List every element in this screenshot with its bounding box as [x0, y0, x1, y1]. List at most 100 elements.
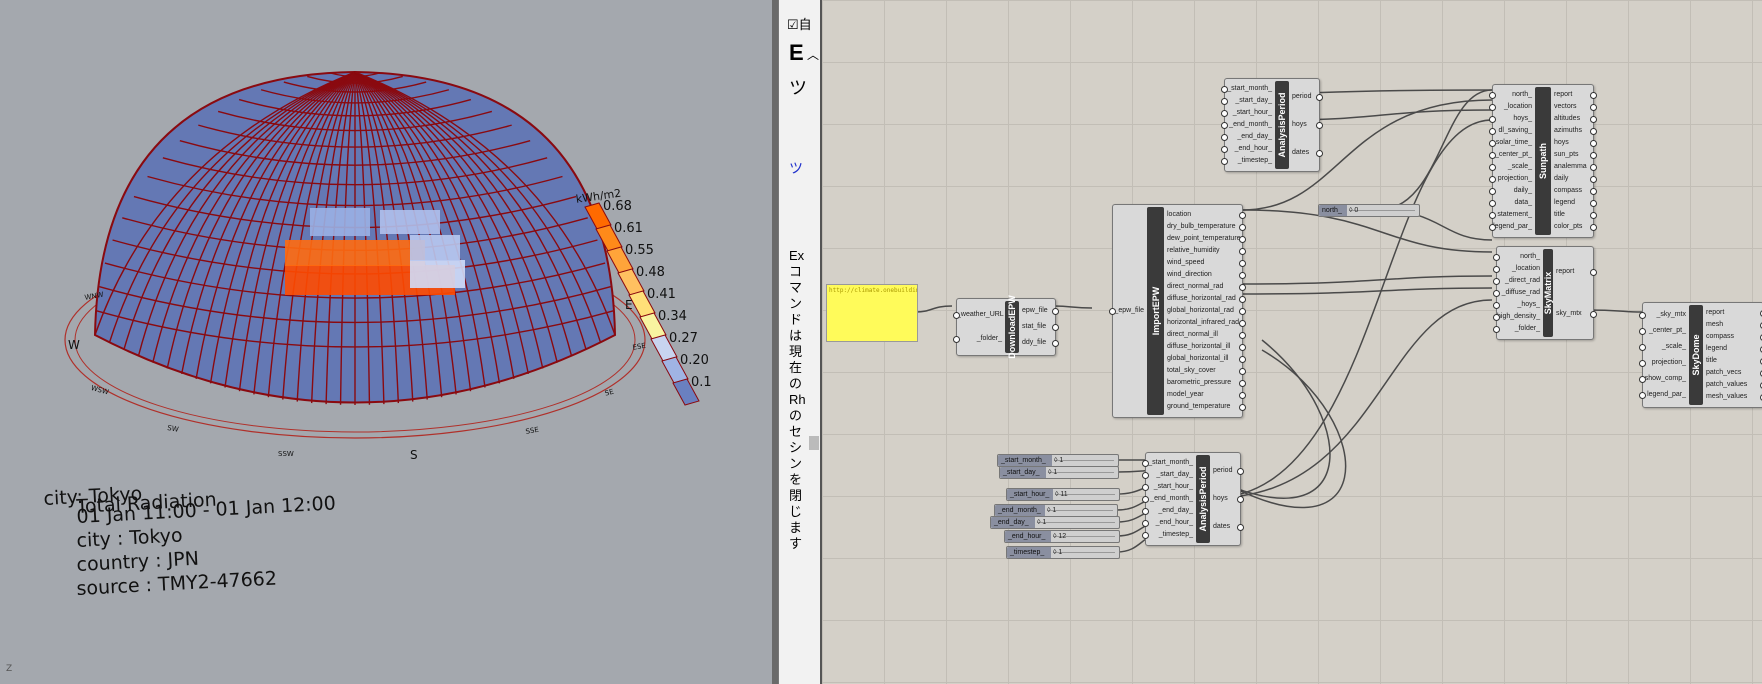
timestep-slider[interactable]: _timestep_ ◊ 1 [1006, 546, 1120, 559]
sky-matrix-component[interactable]: SkyMatrix north_ _location _direct_rad _diff… [1493, 246, 1597, 340]
input-port[interactable]: _location [1493, 103, 1532, 111]
input-grip[interactable] [1221, 158, 1228, 165]
output-port[interactable]: mesh_values [1706, 393, 1747, 401]
output-port[interactable]: period [1213, 467, 1232, 475]
input-grip[interactable] [1142, 532, 1149, 539]
input-port[interactable]: _weather_URL [957, 311, 1004, 319]
output-grip[interactable] [1239, 236, 1246, 243]
input-port[interactable]: _end_day_ [1146, 507, 1193, 515]
output-grip[interactable] [1590, 269, 1597, 276]
input-grip[interactable] [953, 336, 960, 343]
output-port[interactable]: epw_file [1022, 307, 1048, 315]
analysis-period-top-component[interactable]: AnalysisPeriod _start_month_ _start_day_ _s… [1221, 78, 1323, 172]
input-port[interactable]: _end_day_ [1225, 133, 1272, 141]
start-day-slider[interactable]: _start_day_ ◊ 1 [999, 466, 1119, 479]
output-grip[interactable] [1239, 260, 1246, 267]
input-port[interactable]: dl_saving_ [1493, 127, 1532, 135]
url-panel[interactable]: http://climate.onebuilding.org/WMO_Regio… [826, 284, 918, 342]
input-grip[interactable] [1639, 312, 1646, 319]
output-port[interactable]: sun_pts [1554, 151, 1579, 159]
input-grip[interactable] [1489, 140, 1496, 147]
input-port[interactable]: _start_day_ [1225, 97, 1272, 105]
output-grip[interactable] [1237, 468, 1244, 475]
input-grip[interactable] [1109, 308, 1116, 315]
output-port[interactable]: horizontal_infrared_rad [1167, 319, 1239, 327]
input-grip[interactable] [1489, 92, 1496, 99]
output-port[interactable]: legend [1554, 199, 1575, 207]
output-port[interactable]: global_horizontal_ill [1167, 355, 1229, 363]
sky-dome-component[interactable]: SkyDome _sky_mtx _center_pt_ _scale_ project… [1639, 302, 1762, 408]
output-grip[interactable] [1052, 324, 1059, 331]
input-grip[interactable] [1639, 328, 1646, 335]
output-grip[interactable] [1590, 116, 1597, 123]
input-grip[interactable] [1221, 134, 1228, 141]
input-grip[interactable] [1221, 98, 1228, 105]
north-slider[interactable]: north_ ◊ 0 [1318, 204, 1420, 217]
output-grip[interactable] [1239, 392, 1246, 399]
input-grip[interactable] [953, 312, 960, 319]
download-epw-component[interactable]: DownloadEPW _weather_URL _folder_ epw_file s… [953, 295, 1059, 359]
output-port[interactable]: location [1167, 211, 1191, 219]
input-port[interactable]: statement_ [1493, 211, 1532, 219]
panel-scrollbar[interactable] [809, 436, 819, 450]
input-port[interactable]: _sky_mtx [1643, 311, 1686, 319]
output-port[interactable]: dates [1292, 149, 1309, 157]
rhino-viewport[interactable]: kWh/m2 0.68 0.61 0.55 0.48 0.41 0.34 0.27 0.20 0… [0, 0, 772, 684]
input-grip[interactable] [1489, 188, 1496, 195]
output-grip[interactable] [1239, 272, 1246, 279]
input-port[interactable]: _direct_rad [1497, 277, 1540, 285]
sunpath-component[interactable]: Sunpath north_ _location hoys_ dl_saving_ sol… [1489, 84, 1597, 238]
input-port[interactable]: _hoys_ [1497, 301, 1540, 309]
input-port[interactable]: _start_month_ [1225, 85, 1272, 93]
output-port[interactable]: relative_humidity [1167, 247, 1220, 255]
input-port[interactable]: north_ [1493, 91, 1532, 99]
input-port[interactable]: _end_hour_ [1225, 145, 1272, 153]
input-grip[interactable] [1639, 360, 1646, 367]
input-port[interactable]: solar_time_ [1493, 139, 1532, 147]
input-port[interactable]: north_ [1497, 253, 1540, 261]
grasshopper-canvas[interactable]: AnalysisPeriod _start_month_ _start_day_ _s… [822, 0, 1762, 684]
output-port[interactable]: compass [1706, 333, 1734, 341]
input-port[interactable]: _location [1497, 265, 1540, 273]
output-grip[interactable] [1239, 368, 1246, 375]
output-port[interactable]: daily [1554, 175, 1568, 183]
input-grip[interactable] [1142, 508, 1149, 515]
input-grip[interactable] [1142, 520, 1149, 527]
input-port[interactable]: legend_par_ [1643, 391, 1686, 399]
slider-track[interactable] [1349, 210, 1415, 211]
input-grip[interactable] [1489, 164, 1496, 171]
output-port[interactable]: direct_normal_ill [1167, 331, 1218, 339]
input-grip[interactable] [1489, 116, 1496, 123]
input-port[interactable]: _diffuse_rad [1497, 289, 1540, 297]
input-grip[interactable] [1489, 200, 1496, 207]
output-port[interactable]: dry_bulb_temperature [1167, 223, 1236, 231]
output-grip[interactable] [1239, 404, 1246, 411]
output-port[interactable]: diffuse_horizontal_ill [1167, 343, 1230, 351]
output-port[interactable]: direct_normal_rad [1167, 283, 1223, 291]
output-grip[interactable] [1590, 224, 1597, 231]
input-grip[interactable] [1493, 302, 1500, 309]
input-grip[interactable] [1489, 128, 1496, 135]
input-grip[interactable] [1221, 86, 1228, 93]
output-port[interactable]: title [1706, 357, 1717, 365]
input-grip[interactable] [1639, 376, 1646, 383]
input-port[interactable]: _scale_ [1493, 163, 1532, 171]
output-grip[interactable] [1590, 128, 1597, 135]
output-port[interactable]: stat_file [1022, 323, 1046, 331]
input-grip[interactable] [1493, 290, 1500, 297]
output-grip[interactable] [1590, 140, 1597, 147]
output-port[interactable]: hoys [1554, 139, 1569, 147]
slider-track[interactable] [1053, 552, 1115, 553]
input-grip[interactable] [1142, 484, 1149, 491]
input-grip[interactable] [1489, 212, 1496, 219]
input-port[interactable]: hoys_ [1493, 115, 1532, 123]
output-grip[interactable] [1316, 150, 1323, 157]
input-port[interactable]: _epw_file [1113, 307, 1144, 315]
output-port[interactable]: diffuse_horizontal_rad [1167, 295, 1236, 303]
slider-track[interactable] [1048, 472, 1114, 473]
output-grip[interactable] [1239, 212, 1246, 219]
output-port[interactable]: compass [1554, 187, 1582, 195]
chevron-up-icon[interactable]: ︿ [807, 46, 819, 63]
output-grip[interactable] [1590, 152, 1597, 159]
output-port[interactable]: sky_mtx [1556, 310, 1582, 318]
